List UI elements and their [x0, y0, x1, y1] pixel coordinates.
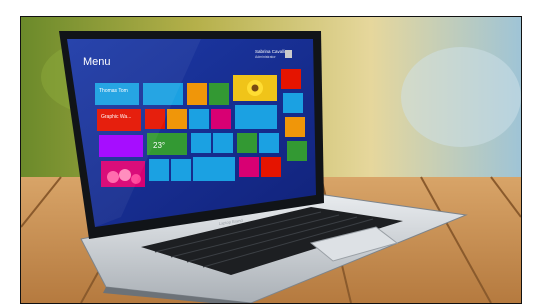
user-subtitle: Administrator: [255, 55, 276, 59]
tile-wide: [193, 157, 235, 181]
tile-mail: [213, 133, 233, 153]
photo-frame: Laptop Brand Menu Sabrina Cavalli Admini…: [20, 16, 522, 304]
tile-camera: [261, 157, 281, 177]
tile-music: [211, 109, 231, 129]
tile-bird: [235, 105, 277, 129]
svg-text:23°: 23°: [153, 141, 165, 150]
tile-skype: [191, 133, 211, 153]
laptop-photo: Laptop Brand Menu Sabrina Cavalli Admini…: [21, 17, 521, 303]
tile-ie: [171, 159, 191, 181]
tile-orange-small: [167, 109, 187, 129]
user-name: Sabrina Cavalli: [255, 49, 285, 54]
tile-globe: [189, 109, 209, 129]
tile-excel: [237, 133, 257, 153]
tile-blue-small: [149, 159, 169, 181]
tile-paint: [239, 157, 259, 177]
tile-store: [209, 83, 229, 105]
tile-phone: [283, 93, 303, 113]
tile-user: [281, 69, 301, 89]
laptop-lid: Laptop Brand Menu Sabrina Cavalli Admini…: [59, 31, 324, 239]
user-avatar: [285, 50, 292, 58]
tile-green-small: [287, 141, 307, 161]
tile-settings: [285, 117, 305, 137]
tile-photos: [259, 133, 279, 153]
tile-rss: [187, 83, 207, 105]
